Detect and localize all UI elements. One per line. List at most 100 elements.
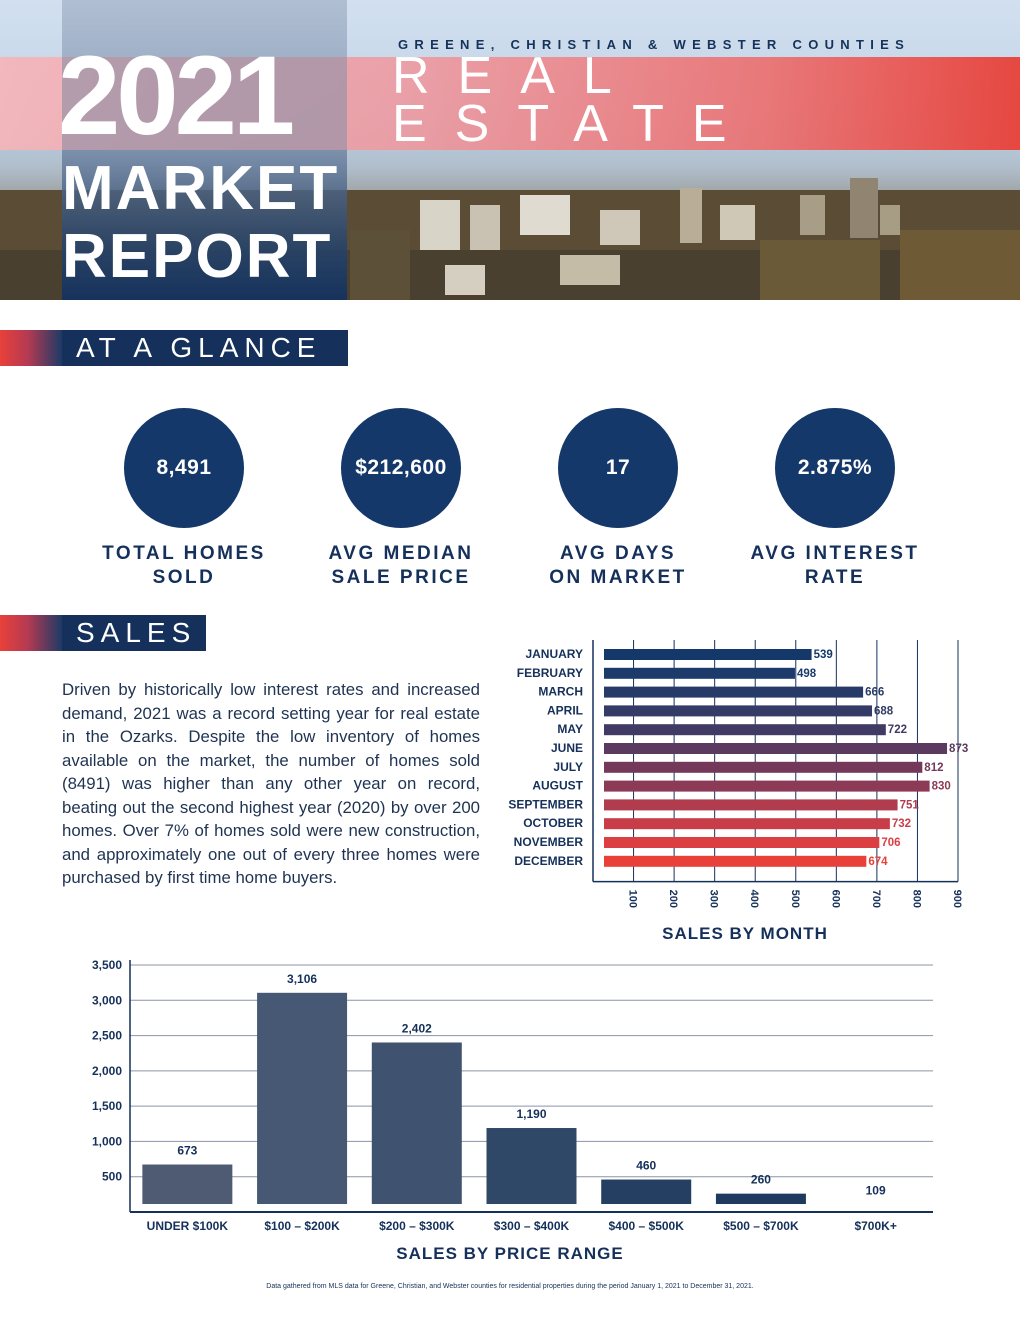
month-label: JANUARY [525,647,583,661]
sales-by-price-title: SALES BY PRICE RANGE [396,1244,624,1263]
month-label: DECEMBER [514,854,583,868]
stat-circle: $212,600 [341,408,461,528]
price-value-label: 3,106 [287,972,317,986]
real-word: REAL [392,47,640,105]
month-value-label: 539 [814,649,833,661]
header-gradient [0,330,62,366]
header-label: SALES [62,615,206,651]
month-bar [604,818,890,830]
x-tick-label: 900 [951,890,963,908]
month-value-label: 751 [900,799,920,811]
x-tick-label: 400 [748,890,760,908]
stat-interest-rate: 2.875% AVG INTEREST RATE [725,408,945,590]
report-year: 2021 [58,33,295,158]
price-bar [601,1179,692,1204]
y-tick-label: 1,500 [92,1099,122,1113]
price-category-label: $300 – $400K [494,1219,570,1233]
price-bar [257,992,348,1204]
month-bar [604,649,812,660]
month-label: FEBRUARY [517,666,583,680]
x-tick-label: 500 [789,890,801,908]
stat-label: AVG DAYS ON MARKET [549,543,687,588]
stat-label: AVG MEDIAN SALE PRICE [328,543,474,588]
x-tick-label: 200 [667,890,679,908]
month-value-label: 674 [868,856,888,868]
hero-banner: GREENE, CHRISTIAN & WEBSTER COUNTIES 202… [0,0,1020,300]
x-tick-label: 700 [870,890,882,908]
month-label: MARCH [538,685,583,699]
stat-circle: 2.875% [775,408,895,528]
price-value-label: 109 [866,1183,886,1197]
month-label: NOVEMBER [514,835,584,849]
month-value-label: 666 [865,687,884,699]
month-value-label: 812 [924,762,943,774]
price-value-label: 673 [177,1144,197,1158]
header-gradient [0,615,62,651]
month-bar [604,837,880,848]
stat-label: AVG INTEREST RATE [750,543,920,588]
month-bar [604,743,948,754]
at-a-glance-header: AT A GLANCE [0,330,348,366]
price-value-label: 1,190 [516,1107,546,1121]
sales-by-month-chart: 100 200 300 400 500 600 700 800 900 JANUARY 539 FEB… [508,640,968,908]
month-bar [604,780,930,792]
price-category-label: $700K+ [854,1219,896,1233]
month-label: SEPTEMBER [508,797,583,811]
month-label: AUGUST [532,779,583,793]
month-value-label: 873 [949,743,968,755]
month-bar [604,724,886,736]
month-label: MAY [557,722,583,736]
month-label: JULY [553,760,583,774]
month-bar [604,686,864,698]
title-market: MARKET [62,154,340,223]
title-report: REPORT [62,222,333,291]
price-bar [486,1128,577,1204]
x-tick-label: 300 [708,890,720,908]
stat-days-on-market: 17 AVG DAYS ON MARKET [508,408,728,590]
month-bar [604,799,898,811]
month-value-label: 722 [888,724,907,736]
y-tick-label: 2,500 [92,1029,122,1043]
y-tick-label: 1,000 [92,1134,122,1148]
month-bar [604,855,867,867]
month-value-label: 732 [892,818,911,830]
month-bar [604,705,873,717]
stat-total-homes: 8,491 TOTAL HOMES SOLD [74,408,294,590]
data-source-footnote: Data gathered from MLS data for Greene, … [266,1283,754,1290]
price-category-label: $200 – $300K [379,1219,455,1233]
y-tick-label: 3,500 [92,958,122,972]
real-estate-title: REAL ESTATE [392,47,755,150]
stat-circle: 17 [558,408,678,528]
month-label: JUNE [551,741,583,755]
price-bar [142,1164,233,1204]
price-category-label: $100 – $200K [264,1219,340,1233]
stat-label: TOTAL HOMES SOLD [102,543,266,588]
month-label: OCTOBER [523,816,583,830]
price-value-label: 260 [751,1173,771,1187]
sales-paragraph: Driven by historically low interest rate… [62,680,480,887]
price-category-label: $500 – $700K [723,1219,799,1233]
price-value-label: 460 [636,1159,656,1173]
stat-median-price: $212,600 AVG MEDIAN SALE PRICE [291,408,511,590]
x-tick-label: 800 [910,890,922,908]
y-tick-label: 500 [102,1170,122,1184]
month-bar [604,761,923,773]
month-value-label: 706 [881,837,900,849]
x-tick-label: 600 [829,890,841,908]
sales-by-month-title: SALES BY MONTH [662,924,828,943]
price-bar [715,1193,806,1204]
stat-circle: 8,491 [124,408,244,528]
month-value-label: 830 [932,781,951,793]
price-category-label: UNDER $100K [147,1219,229,1233]
month-value-label: 498 [797,668,817,680]
sales-by-price-chart: 500 1,000 1,500 2,000 2,500 3,000 3,500 673 UNDE… [92,958,933,1233]
sales-header: SALES [0,615,206,651]
x-tick-label: 100 [627,890,639,908]
y-tick-label: 3,000 [92,993,122,1007]
price-bar [371,1042,462,1204]
month-bar [604,667,795,679]
header-label: AT A GLANCE [62,330,348,366]
price-category-label: $400 – $500K [609,1219,685,1233]
y-tick-label: 2,000 [92,1064,122,1078]
price-value-label: 2,402 [402,1021,432,1035]
